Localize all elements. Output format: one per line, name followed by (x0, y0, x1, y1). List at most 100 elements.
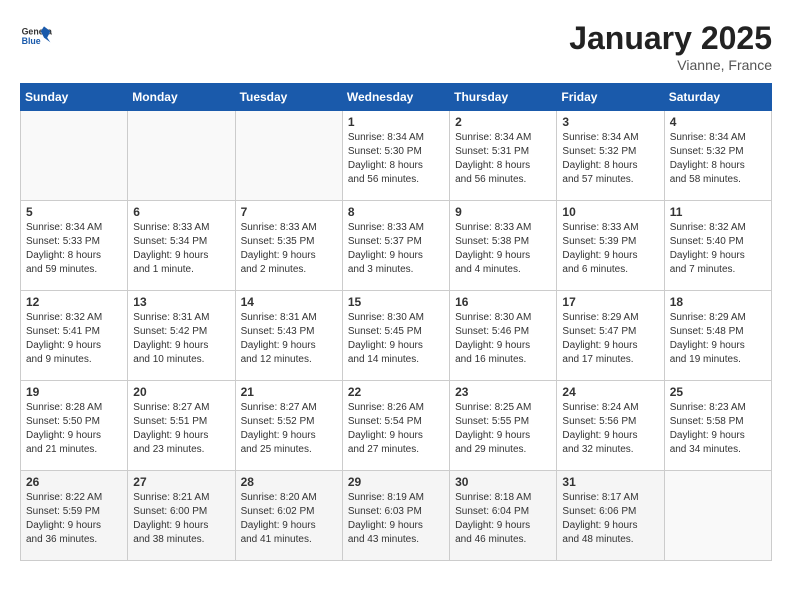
calendar-cell: 2Sunrise: 8:34 AM Sunset: 5:31 PM Daylig… (450, 111, 557, 201)
day-number: 8 (348, 205, 444, 219)
cell-content: Sunrise: 8:30 AM Sunset: 5:45 PM Dayligh… (348, 311, 444, 367)
day-number: 22 (348, 385, 444, 399)
calendar-cell: 19Sunrise: 8:28 AM Sunset: 5:50 PM Dayli… (21, 381, 128, 471)
cell-content: Sunrise: 8:18 AM Sunset: 6:04 PM Dayligh… (455, 491, 551, 547)
calendar-cell: 18 Sunrise: 8:29 AM Sunset: 5:48 PM Dayli… (664, 291, 771, 381)
cell-content: Sunrise: 8:20 AM Sunset: 6:02 PM Dayligh… (241, 491, 337, 547)
day-number: 5 (26, 205, 122, 219)
weekday-header-cell: Monday (128, 84, 235, 111)
calendar-cell: 24 Sunrise: 8:24 AM Sunset: 5:56 PM Dayli… (557, 381, 664, 471)
logo-icon: General Blue (20, 20, 52, 52)
calendar-cell: 9 Sunrise: 8:33 AM Sunset: 5:38 PM Daylig… (450, 201, 557, 291)
day-number: 3 (562, 115, 658, 129)
day-number: 17 (562, 295, 658, 309)
calendar-cell: 22 Sunrise: 8:26 AM Sunset: 5:54 PM Dayli… (342, 381, 449, 471)
calendar-cell: 10 Sunrise: 8:33 AM Sunset: 5:39 PM Dayli… (557, 201, 664, 291)
cell-content: Sunrise: 8:33 AM Sunset: 5:37 PM Dayligh… (348, 221, 444, 277)
day-number: 25 (670, 385, 766, 399)
calendar-cell: 30 Sunrise: 8:18 AM Sunset: 6:04 PM Dayli… (450, 471, 557, 561)
day-number: 26 (26, 475, 122, 489)
cell-content: Sunrise: 8:34 AM Sunset: 5:33 PM Dayligh… (26, 221, 122, 277)
day-number: 15 (348, 295, 444, 309)
cell-content: Sunrise: 8:33 AM Sunset: 5:38 PM Dayligh… (455, 221, 551, 277)
calendar-cell: 26 Sunrise: 8:22 AM Sunset: 5:59 PM Dayli… (21, 471, 128, 561)
calendar-cell: 1Sunrise: 8:34 AM Sunset: 5:30 PM Daylig… (342, 111, 449, 201)
cell-content: Sunrise: 8:17 AM Sunset: 6:06 PM Dayligh… (562, 491, 658, 547)
calendar-cell: 7Sunrise: 8:33 AM Sunset: 5:35 PM Daylig… (235, 201, 342, 291)
calendar-cell: 4Sunrise: 8:34 AM Sunset: 5:32 PM Daylig… (664, 111, 771, 201)
day-number: 24 (562, 385, 658, 399)
calendar-cell: 17 Sunrise: 8:29 AM Sunset: 5:47 PM Dayli… (557, 291, 664, 381)
cell-content: Sunrise: 8:34 AM Sunset: 5:31 PM Dayligh… (455, 131, 551, 187)
calendar-cell: 21 Sunrise: 8:27 AM Sunset: 5:52 PM Dayli… (235, 381, 342, 471)
calendar-cell: 16 Sunrise: 8:30 AM Sunset: 5:46 PM Dayli… (450, 291, 557, 381)
day-number: 9 (455, 205, 551, 219)
weekday-header-cell: Sunday (21, 84, 128, 111)
day-number: 16 (455, 295, 551, 309)
weekday-header-row: SundayMondayTuesdayWednesdayThursdayFrid… (21, 84, 772, 111)
day-number: 28 (241, 475, 337, 489)
calendar-week-row: 1Sunrise: 8:34 AM Sunset: 5:30 PM Daylig… (21, 111, 772, 201)
cell-content: Sunrise: 8:34 AM Sunset: 5:32 PM Dayligh… (562, 131, 658, 187)
logo: General Blue (20, 20, 52, 52)
cell-content: Sunrise: 8:30 AM Sunset: 5:46 PM Dayligh… (455, 311, 551, 367)
day-number: 20 (133, 385, 229, 399)
cell-content: Sunrise: 8:22 AM Sunset: 5:59 PM Dayligh… (26, 491, 122, 547)
calendar-cell: 25 Sunrise: 8:23 AM Sunset: 5:58 PM Dayli… (664, 381, 771, 471)
cell-content: Sunrise: 8:32 AM Sunset: 5:41 PM Dayligh… (26, 311, 122, 367)
cell-content: Sunrise: 8:31 AM Sunset: 5:42 PM Dayligh… (133, 311, 229, 367)
cell-content: Sunrise: 8:33 AM Sunset: 5:39 PM Dayligh… (562, 221, 658, 277)
calendar-cell: 28 Sunrise: 8:20 AM Sunset: 6:02 PM Dayli… (235, 471, 342, 561)
calendar-week-row: 5 Sunrise: 8:34 AM Sunset: 5:33 PM Daylig… (21, 201, 772, 291)
day-number: 21 (241, 385, 337, 399)
calendar-cell: 8 Sunrise: 8:33 AM Sunset: 5:37 PM Daylig… (342, 201, 449, 291)
day-number: 6 (133, 205, 229, 219)
day-number: 19 (26, 385, 122, 399)
cell-content: Sunrise: 8:27 AM Sunset: 5:52 PM Dayligh… (241, 401, 337, 457)
weekday-header-cell: Saturday (664, 84, 771, 111)
calendar-cell: 5 Sunrise: 8:34 AM Sunset: 5:33 PM Daylig… (21, 201, 128, 291)
day-number: 29 (348, 475, 444, 489)
calendar-cell: 20 Sunrise: 8:27 AM Sunset: 5:51 PM Dayli… (128, 381, 235, 471)
calendar-cell (235, 111, 342, 201)
day-number: 12 (26, 295, 122, 309)
calendar-cell: 27Sunrise: 8:21 AM Sunset: 6:00 PM Dayli… (128, 471, 235, 561)
calendar-body: 1Sunrise: 8:34 AM Sunset: 5:30 PM Daylig… (21, 111, 772, 561)
day-number: 13 (133, 295, 229, 309)
day-number: 11 (670, 205, 766, 219)
cell-content: Sunrise: 8:27 AM Sunset: 5:51 PM Dayligh… (133, 401, 229, 457)
cell-content: Sunrise: 8:32 AM Sunset: 5:40 PM Dayligh… (670, 221, 766, 277)
cell-content: Sunrise: 8:33 AM Sunset: 5:35 PM Dayligh… (241, 221, 337, 277)
weekday-header-cell: Friday (557, 84, 664, 111)
day-number: 10 (562, 205, 658, 219)
day-number: 14 (241, 295, 337, 309)
calendar-cell (664, 471, 771, 561)
cell-content: Sunrise: 8:29 AM Sunset: 5:48 PM Dayligh… (670, 311, 766, 367)
calendar-cell: 14Sunrise: 8:31 AM Sunset: 5:43 PM Dayli… (235, 291, 342, 381)
day-number: 27 (133, 475, 229, 489)
calendar-cell: 3 Sunrise: 8:34 AM Sunset: 5:32 PM Daylig… (557, 111, 664, 201)
calendar-cell: 23Sunrise: 8:25 AM Sunset: 5:55 PM Dayli… (450, 381, 557, 471)
cell-content: Sunrise: 8:29 AM Sunset: 5:47 PM Dayligh… (562, 311, 658, 367)
day-number: 18 (670, 295, 766, 309)
day-number: 31 (562, 475, 658, 489)
svg-text:Blue: Blue (22, 36, 41, 46)
weekday-header-cell: Thursday (450, 84, 557, 111)
day-number: 30 (455, 475, 551, 489)
cell-content: Sunrise: 8:19 AM Sunset: 6:03 PM Dayligh… (348, 491, 444, 547)
calendar-cell: 12 Sunrise: 8:32 AM Sunset: 5:41 PM Dayli… (21, 291, 128, 381)
calendar-cell (21, 111, 128, 201)
cell-content: Sunrise: 8:34 AM Sunset: 5:32 PM Dayligh… (670, 131, 766, 187)
weekday-header-cell: Wednesday (342, 84, 449, 111)
calendar-cell: 31 Sunrise: 8:17 AM Sunset: 6:06 PM Dayli… (557, 471, 664, 561)
day-number: 1 (348, 115, 444, 129)
calendar-cell (128, 111, 235, 201)
cell-content: Sunrise: 8:26 AM Sunset: 5:54 PM Dayligh… (348, 401, 444, 457)
calendar-cell: 13 Sunrise: 8:31 AM Sunset: 5:42 PM Dayli… (128, 291, 235, 381)
cell-content: Sunrise: 8:23 AM Sunset: 5:58 PM Dayligh… (670, 401, 766, 457)
calendar-cell: 6Sunrise: 8:33 AM Sunset: 5:34 PM Daylig… (128, 201, 235, 291)
calendar-cell: 29 Sunrise: 8:19 AM Sunset: 6:03 PM Dayli… (342, 471, 449, 561)
weekday-header-cell: Tuesday (235, 84, 342, 111)
cell-content: Sunrise: 8:24 AM Sunset: 5:56 PM Dayligh… (562, 401, 658, 457)
cell-content: Sunrise: 8:25 AM Sunset: 5:55 PM Dayligh… (455, 401, 551, 457)
